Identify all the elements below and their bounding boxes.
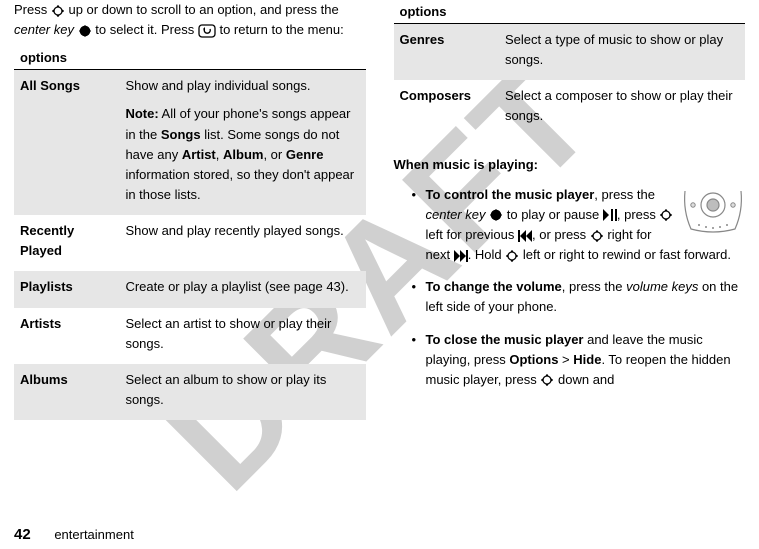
row-label: All Songs [14,70,119,215]
row-label: Albums [14,364,119,420]
b1-t3: , press [617,207,660,222]
row-desc: Show and play recently played songs. [119,215,365,271]
row-desc: Show and play individual songs. Note: Al… [119,70,365,215]
table-row: Genres Select a type of music to show or… [394,24,746,81]
b3-hide: Hide [573,352,601,367]
b1-t4: left for previous [426,227,519,242]
player-illustration-icon [681,187,745,237]
b3-options: Options [509,352,558,367]
center-key-icon [78,24,92,38]
playing-heading: When music is playing: [394,155,746,175]
play-pause-icon [603,209,617,221]
next-track-icon [454,250,468,262]
table-row: Playlists Create or play a playlist (see… [14,271,366,307]
note-album: Album [223,147,263,162]
b2-t1: , press the [562,279,626,294]
b1-t5: , or press [532,227,590,242]
nav-key-icon [505,249,519,263]
row-label: Composers [394,80,499,136]
table-row: Artists Select an artist to show or play… [14,308,366,364]
row-desc-text: Show and play individual songs. [125,78,310,93]
intro-text-mid1: up or down to scroll to an option, and p… [68,2,338,17]
note-songs: Songs [161,127,201,142]
center-key-icon [489,208,503,222]
bullets-list: To control the music player, press the c… [394,185,746,390]
list-item: To change the volume, press the volume k… [412,277,746,317]
row-label: Artists [14,308,119,364]
b2-lead: To change the volume [426,279,562,294]
intro-paragraph: Press up or down to scroll to an option,… [14,0,366,40]
row-desc: Select a type of music to show or play s… [499,24,745,81]
nav-key-icon [51,4,65,18]
options-header: options [394,0,746,24]
b1-t7: . Hold [468,247,506,262]
table-row: All Songs Show and play individual songs… [14,70,366,215]
center-key-label: center key [14,22,74,37]
intro-text-mid2: to select it. Press [95,22,198,37]
row-desc: Select an artist to show or play their s… [119,308,365,364]
note-sep2: , or [263,147,285,162]
note-sep1: , [216,147,223,162]
table-row: Recently Played Show and play recently p… [14,215,366,271]
row-desc: Create or play a playlist (see page 43). [119,271,365,307]
b3-gt: > [558,352,573,367]
note-genre: Genre [286,147,324,162]
b1-lead: To control the music player [426,187,595,202]
list-item: To close the music player and leave the … [412,330,746,390]
back-key-icon [198,24,216,38]
table-row: Albums Select an album to show or play i… [14,364,366,420]
note-artist: Artist [182,147,216,162]
row-label: Playlists [14,271,119,307]
previous-track-icon [518,230,532,242]
row-label: Recently Played [14,215,119,271]
b3-t3: down and [558,372,614,387]
nav-key-icon [540,373,554,387]
b1-t2: to play or pause [507,207,603,222]
note-post: information stored, so they don't appear… [125,167,354,202]
b2-volkeys: volume keys [626,279,698,294]
nav-key-icon [659,208,673,222]
table-row: Composers Select a composer to show or p… [394,80,746,136]
list-item: To control the music player, press the c… [412,185,746,266]
row-label: Genres [394,24,499,81]
options-header: options [14,46,366,70]
note-label: Note: [125,106,158,121]
b1-t1: , press the [594,187,655,202]
options-table-right: options Genres Select a type of music to… [394,0,746,137]
intro-text-post: to return to the menu: [219,22,343,37]
options-table-left: options All Songs Show and play individu… [14,46,366,420]
b1-t8: left or right to rewind or fast forward. [523,247,731,262]
b3-lead: To close the music player [426,332,584,347]
row-desc: Select a composer to show or play their … [499,80,745,136]
b1-center-key: center key [426,207,486,222]
intro-text-pre: Press [14,2,51,17]
row-desc: Select an album to show or play its song… [119,364,365,420]
nav-key-icon [590,229,604,243]
